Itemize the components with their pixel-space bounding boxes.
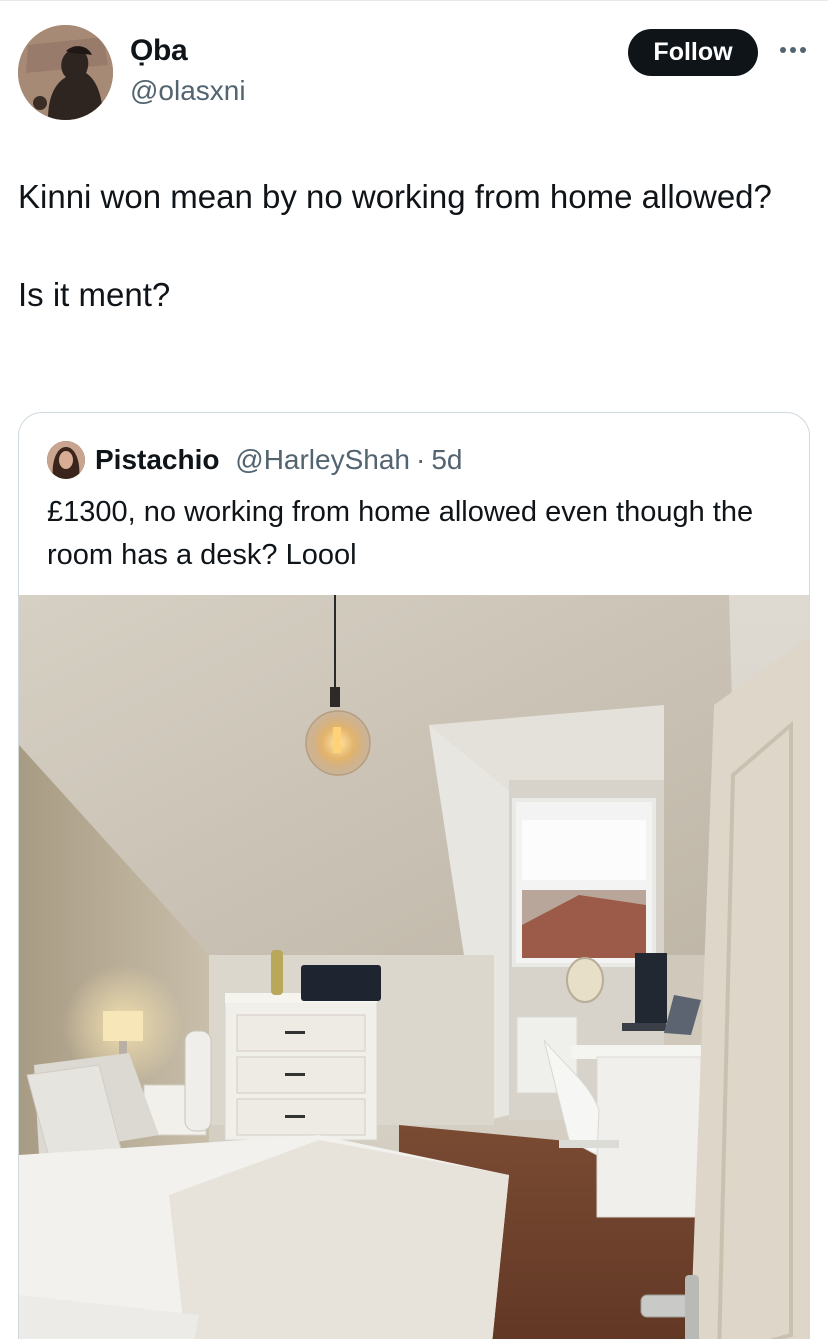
bedroom-photo-icon: [19, 595, 809, 1339]
tweet-text: Kinni won mean by no working from home a…: [18, 172, 808, 319]
quoted-tweet-media[interactable]: [19, 595, 809, 1339]
top-divider: [0, 0, 828, 1]
avatar-photo-icon: [18, 25, 113, 120]
quoted-author-name[interactable]: Pistachio: [95, 444, 219, 475]
quoted-author-avatar[interactable]: [47, 441, 85, 479]
avatar-photo-icon: [47, 441, 85, 479]
follow-button[interactable]: Follow: [628, 29, 758, 76]
author-avatar[interactable]: [18, 25, 113, 120]
quoted-tweet-header: Pistachio @HarleyShah · 5d: [95, 441, 462, 479]
quoted-tweet-card[interactable]: Pistachio @HarleyShah · 5d £1300, no worki…: [18, 412, 810, 1339]
tweet-text-line: Is it ment?: [18, 276, 171, 313]
quoted-tweet-time[interactable]: 5d: [431, 444, 462, 475]
quoted-author-handle[interactable]: @HarleyShah: [235, 444, 410, 475]
author-display-name[interactable]: Ọba: [130, 34, 188, 68]
quoted-tweet-text: £1300, no working from home allowed even…: [47, 496, 754, 571]
more-horizontal-icon[interactable]: [778, 40, 808, 60]
author-handle[interactable]: @olasxni: [130, 75, 246, 107]
tweet-text-line: Kinni won mean by no working from home a…: [18, 178, 772, 215]
separator-dot: ·: [416, 444, 426, 475]
